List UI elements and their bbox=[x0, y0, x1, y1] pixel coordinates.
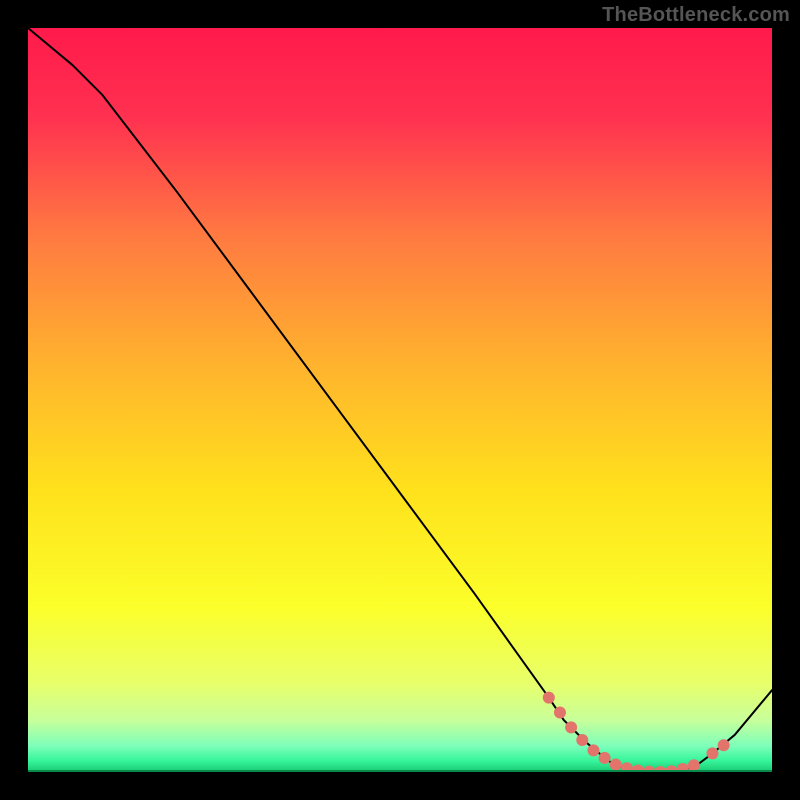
data-marker bbox=[706, 747, 718, 759]
data-marker bbox=[565, 721, 577, 733]
data-marker bbox=[587, 744, 599, 756]
curve-line bbox=[28, 28, 772, 772]
data-marker bbox=[543, 692, 555, 704]
data-marker bbox=[610, 759, 622, 771]
chart-stage: TheBottleneck.com bbox=[0, 0, 800, 800]
watermark-text: TheBottleneck.com bbox=[602, 4, 790, 27]
data-marker bbox=[688, 759, 700, 771]
chart-overlay bbox=[28, 28, 772, 772]
baseline-strip bbox=[28, 770, 772, 772]
marker-group bbox=[543, 692, 730, 772]
data-marker bbox=[599, 752, 611, 764]
data-marker bbox=[576, 734, 588, 746]
data-marker bbox=[718, 739, 730, 751]
plot-area bbox=[28, 28, 772, 772]
data-marker bbox=[554, 706, 566, 718]
